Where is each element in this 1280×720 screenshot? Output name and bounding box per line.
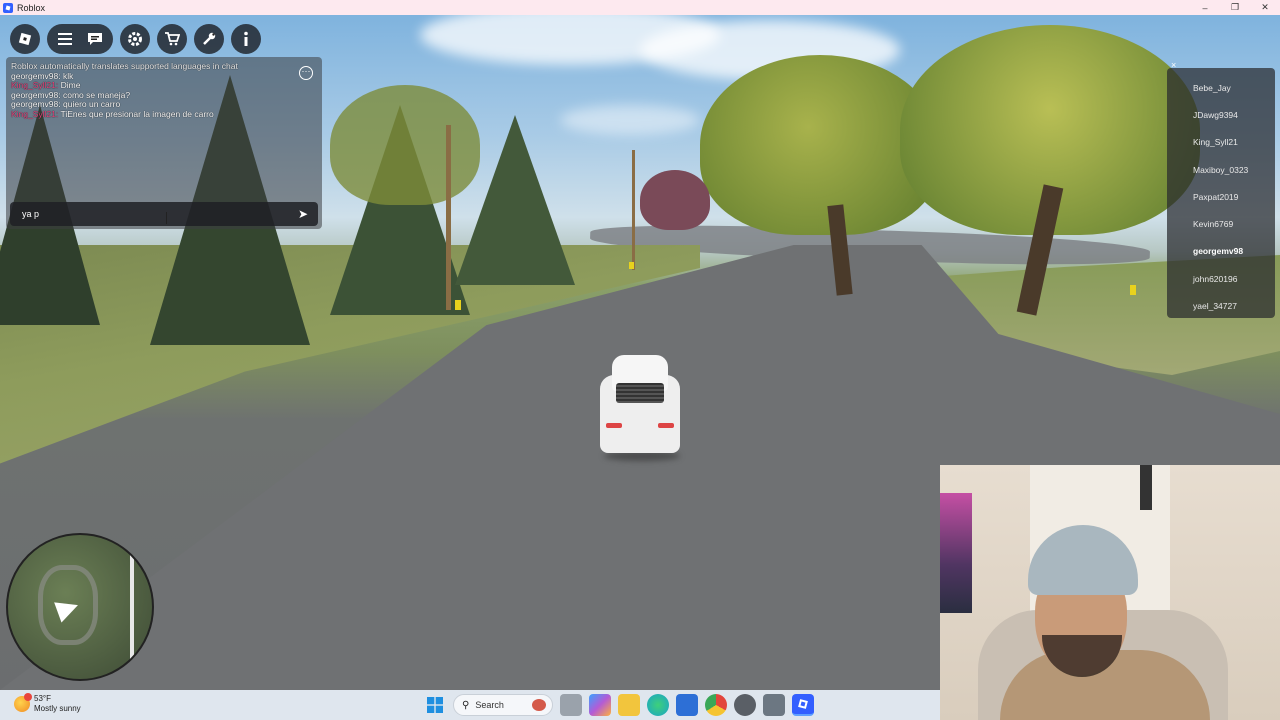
tree [330,85,480,205]
car-rear-window [616,383,664,403]
player-entry[interactable]: Paxpat2019 [1167,183,1275,210]
player-entry[interactable]: King_Syll21 [1167,129,1275,156]
minimize-button[interactable]: – [1190,0,1220,15]
more-icon: ··· [301,66,311,76]
edge-button[interactable] [647,694,669,716]
minimap[interactable]: ▶ [6,533,154,681]
player-list-close-button[interactable]: × [1171,60,1176,70]
menu-icon [58,33,72,45]
utility-pole [446,125,451,310]
windows-taskbar: 53°F Mostly sunny ⚲ Search [0,690,940,720]
topbar-group [47,24,113,54]
chat-author[interactable]: King_Syll21: [11,80,58,90]
maximize-button[interactable]: ❐ [1220,0,1250,15]
cart-icon [165,32,180,46]
menu-button[interactable] [50,24,80,54]
shop-button[interactable] [157,24,187,54]
roblox-logo-icon [18,32,32,46]
chat-author[interactable]: georgemv98: [11,71,61,81]
text-cursor-icon [166,212,169,224]
tools-icon [203,32,216,45]
player-entry[interactable]: JDawg9394 [1167,101,1275,128]
search-highlight-icon [532,699,546,711]
send-button[interactable]: ➤ [298,208,312,220]
roblox-icon [798,699,808,709]
player-entry[interactable]: Kevin6769 [1167,210,1275,237]
player-entry[interactable]: Bebe_Jay [1167,74,1275,101]
webcam-overlay [940,465,1280,720]
search-icon: ⚲ [462,699,470,711]
chat-input[interactable] [22,207,262,221]
tools-button[interactable] [194,24,224,54]
taskbar-icons: ⚲ Search [424,694,821,716]
roblox-app-icon [3,2,13,13]
chat-author[interactable]: georgemv98: [11,99,61,109]
player-entry[interactable]: john620196 [1167,265,1275,292]
settings-icon [128,32,142,46]
settings-button[interactable] [120,24,150,54]
chat-icon [88,33,102,45]
player-entry[interactable]: Maxiboy_0323 [1167,156,1275,183]
player-list: × Bebe_Jay JDawg9394 King_Syll21 Maxiboy… [1167,60,1275,319]
pole-marker [455,300,461,310]
chat-author[interactable]: georgemv98: [11,90,61,100]
player-entry[interactable]: yael_34727 [1167,292,1275,319]
steam-button[interactable] [734,694,756,716]
chat-toggle-button[interactable] [80,24,110,54]
chat-options-button[interactable]: ··· [299,66,313,80]
send-icon: ➤ [298,207,309,221]
windows-start-icon [427,697,443,713]
cloud [560,105,700,135]
weather-icon [14,693,32,712]
chat-messages: Roblox automatically translates supporte… [11,61,291,119]
window-controls: – ❐ ✕ [1190,0,1280,15]
webcam-background-poster [940,493,972,613]
car-tail-light [658,423,674,428]
weather-temp: 53°F [34,694,51,703]
copilot-button[interactable] [589,694,611,716]
player-entry-self[interactable]: georgemv98 [1167,238,1275,265]
mail-button[interactable] [676,694,698,716]
chat-input-bar: ➤ [10,202,318,226]
close-button[interactable]: ✕ [1250,0,1280,15]
pole-marker [1130,285,1136,295]
roblox-taskbar-button[interactable] [792,694,814,716]
car-tail-light [606,423,622,428]
chrome-button[interactable] [705,694,727,716]
chat-message: King_Syll21: TiEnes que presionar la ima… [11,108,214,119]
player-car [600,355,680,461]
weather-widget[interactable]: 53°F Mostly sunny [14,693,81,714]
start-button[interactable] [424,694,446,716]
window-title: Roblox [17,2,46,13]
taskbar-search[interactable]: ⚲ Search [453,694,553,716]
search-label: Search [475,700,504,710]
tree [640,170,710,230]
utility-pole [632,150,635,270]
minimap-road [130,535,134,679]
file-explorer-button[interactable] [618,694,640,716]
info-icon [244,31,248,46]
pole-marker [629,262,634,269]
task-view-button[interactable] [560,694,582,716]
window-titlebar: Roblox – ❐ ✕ [0,0,1280,15]
roblox-topbar [10,24,268,54]
app-button[interactable] [763,694,785,716]
chat-window[interactable]: Roblox automatically translates supporte… [6,57,322,229]
weather-desc: Mostly sunny [34,704,81,713]
chat-author[interactable]: King_Syll21: [11,109,58,119]
info-button[interactable] [231,24,261,54]
webcam-background-frame [1140,465,1152,510]
roblox-menu-button[interactable] [10,24,40,54]
